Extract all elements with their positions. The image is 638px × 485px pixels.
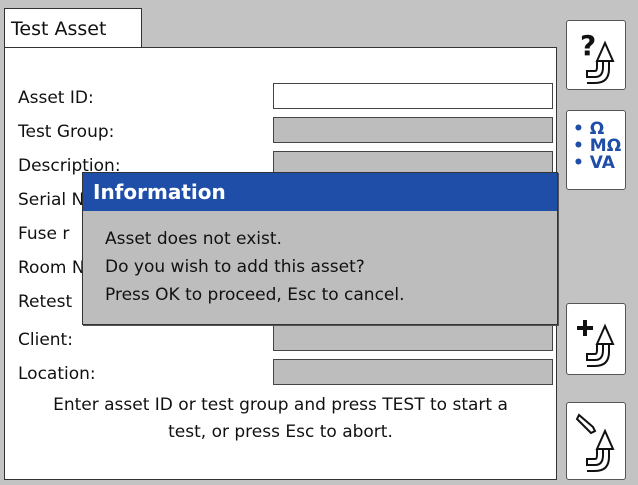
client-label: Client:: [18, 330, 73, 350]
location-label: Location:: [18, 364, 96, 384]
svg-text:?: ?: [580, 29, 596, 62]
asset-id-input[interactable]: [273, 83, 553, 109]
help-button[interactable]: ?: [566, 20, 626, 90]
instruction-text: Enter asset ID or test group and press T…: [5, 392, 556, 446]
location-input[interactable]: [273, 359, 553, 385]
add-asset-button[interactable]: [566, 303, 626, 375]
instruction-line-2: test, or press Esc to abort.: [168, 422, 393, 442]
pencil-plug-icon: [575, 413, 615, 472]
tab-label: Test Asset: [11, 18, 107, 40]
units-button[interactable]: • Ω • MΩ • VA: [566, 110, 626, 190]
question-plug-icon: ?: [580, 29, 615, 84]
dialog-message-line-1: Asset does not exist.: [105, 229, 282, 249]
test-group-input[interactable]: [273, 117, 553, 143]
test-group-label: Test Group:: [18, 122, 115, 142]
information-dialog: Information Asset does not exist. Do you…: [82, 172, 558, 325]
client-input[interactable]: [273, 325, 553, 351]
plus-plug-icon: [577, 320, 615, 367]
edit-asset-button[interactable]: [566, 402, 626, 480]
units-list: • Ω • MΩ • VA: [573, 121, 621, 172]
dialog-message-line-3: Press OK to proceed, Esc to cancel.: [105, 285, 405, 305]
asset-id-label: Asset ID:: [18, 88, 94, 108]
serial-number-label: Serial N: [18, 190, 85, 210]
instruction-line-1: Enter asset ID or test group and press T…: [53, 395, 508, 415]
dialog-message-line-2: Do you wish to add this asset?: [105, 257, 365, 277]
retest-label: Retest: [18, 292, 73, 312]
tab-test-asset[interactable]: Test Asset: [4, 8, 142, 48]
dialog-title: Information: [83, 173, 557, 211]
unit-va: • VA: [573, 153, 615, 173]
room-number-label: Room N: [18, 258, 85, 278]
fuse-rating-label: Fuse r: [18, 224, 70, 244]
